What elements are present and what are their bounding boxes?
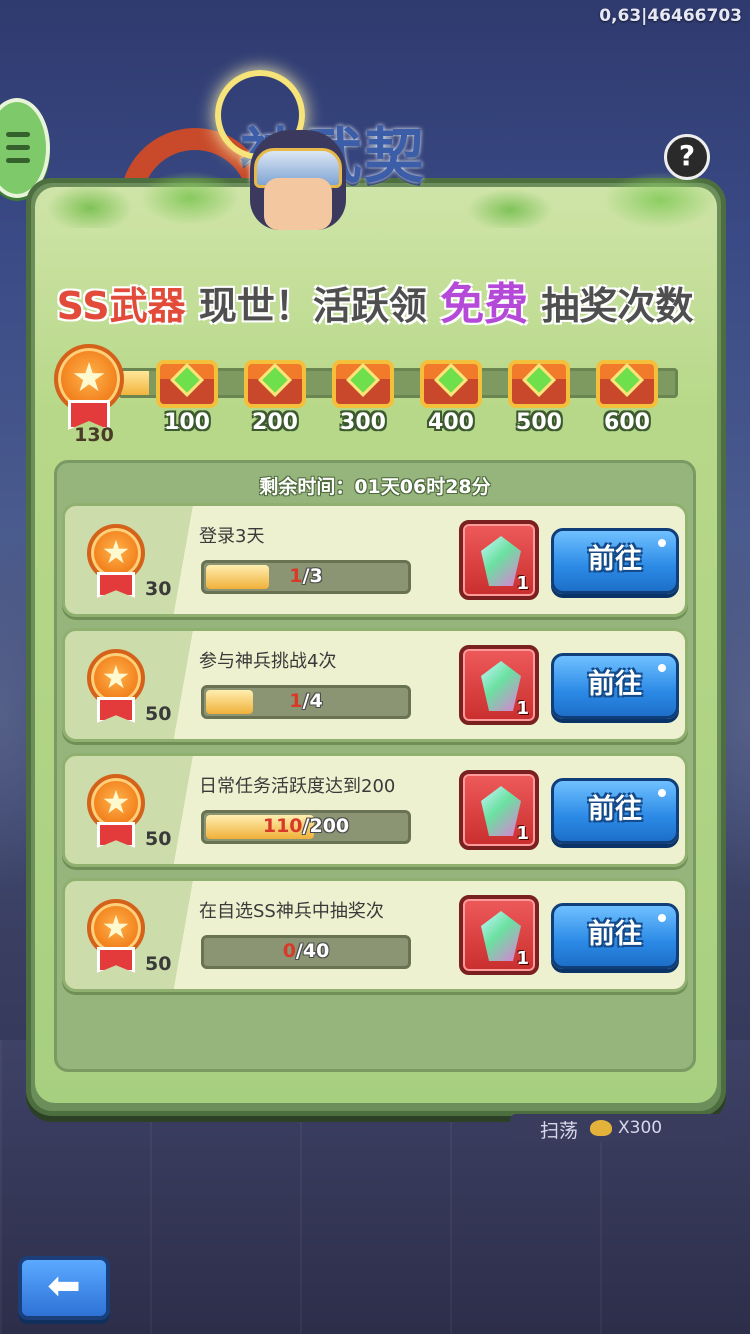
reward-count: 1 [516, 948, 529, 969]
headline-end: 抽奖次数 [541, 284, 694, 328]
reward-count: 1 [516, 573, 529, 594]
milestone-label: 600 [604, 410, 650, 435]
task-points: 50 [145, 953, 172, 975]
task-reward-slot[interactable]: 1 [459, 770, 539, 850]
activity-progress-fill [121, 371, 149, 395]
task-progress-text: 1/3 [204, 565, 408, 587]
ribbon-icon [97, 822, 135, 848]
points-medal: ★ [87, 774, 157, 864]
gold-ingot-icon [590, 1120, 612, 1136]
task-progress-text: 110/200 [204, 815, 408, 837]
task-progress-current: 1 [289, 565, 303, 587]
activity-points-medal: ★ 130 [54, 344, 124, 446]
crystal-icon [481, 911, 521, 961]
milestone-label: 100 [164, 410, 210, 435]
task-progress-current: 0 [282, 940, 296, 962]
task-reward-slot[interactable]: 1 [459, 520, 539, 600]
task-progress-bar: 1/3 [201, 560, 411, 594]
milestone-chest-5[interactable] [508, 350, 570, 410]
task-title: 在自选SS神兵中抽奖次 [199, 901, 384, 922]
task-row: ★ 50 在自选SS神兵中抽奖次 0/40 1 前往 [62, 878, 688, 992]
go-button-label: 前往 [588, 919, 642, 950]
shine-decoration [658, 664, 666, 672]
crystal-icon [481, 786, 521, 836]
ribbon-icon [97, 947, 135, 973]
task-points: 50 [145, 828, 172, 850]
hero-character-art [210, 60, 380, 240]
sweep-cost: X300 [618, 1118, 663, 1138]
go-button[interactable]: 前往 [551, 528, 679, 594]
go-button-label: 前往 [588, 669, 642, 700]
milestone-label: 200 [252, 410, 298, 435]
time-remaining: 剩余时间：01天06时28分 [259, 476, 491, 498]
milestone-chest-3[interactable] [332, 350, 394, 410]
task-reward-slot[interactable]: 1 [459, 895, 539, 975]
crystal-icon [481, 661, 521, 711]
task-points: 30 [145, 578, 172, 600]
task-progress-text: 1/4 [204, 690, 408, 712]
milestone-chest-6[interactable] [596, 350, 658, 410]
milestone-chest-4[interactable] [420, 350, 482, 410]
task-progress-total: /4 [302, 690, 323, 712]
task-progress-total: /40 [295, 940, 330, 962]
reward-count: 1 [516, 823, 529, 844]
ribbon-icon [97, 572, 135, 598]
milestone-label: 500 [516, 410, 562, 435]
task-progress-total: /200 [302, 815, 350, 837]
back-arrow-icon: ⬅ [47, 1263, 81, 1309]
points-medal: ★ [87, 649, 157, 739]
task-progress-text: 0/40 [204, 940, 408, 962]
activity-points-value: 130 [74, 424, 114, 446]
task-reward-slot[interactable]: 1 [459, 645, 539, 725]
milestone-chest-2[interactable] [244, 350, 306, 410]
go-button-label: 前往 [588, 544, 642, 575]
shine-decoration [658, 539, 666, 547]
task-progress-bar: 0/40 [201, 935, 411, 969]
event-headline: SS武器 现世！活跃领 免费 抽奖次数 [0, 268, 750, 332]
points-medal: ★ [87, 899, 157, 989]
milestone-chest-1[interactable] [156, 350, 218, 410]
shine-decoration [658, 789, 666, 797]
reward-count: 1 [516, 698, 529, 719]
go-button-label: 前往 [588, 794, 642, 825]
task-progress-bar: 110/200 [201, 810, 411, 844]
go-button[interactable]: 前往 [551, 778, 679, 844]
task-row: ★ 30 登录3天 1/3 1 前往 [62, 503, 688, 617]
task-progress-bar: 1/4 [201, 685, 411, 719]
go-button[interactable]: 前往 [551, 653, 679, 719]
task-progress-current: 1 [289, 690, 303, 712]
crystal-icon [481, 536, 521, 586]
task-points: 50 [145, 703, 172, 725]
task-title: 参与神兵挑战4次 [199, 651, 337, 672]
milestone-label: 300 [340, 410, 386, 435]
task-progress-total: /3 [302, 565, 323, 587]
task-progress-current: 110 [262, 815, 303, 837]
shine-decoration [658, 914, 666, 922]
points-medal: ★ [87, 524, 157, 614]
menu-icon [6, 132, 30, 137]
task-title: 登录3天 [199, 526, 265, 547]
task-row: ★ 50 参与神兵挑战4次 1/4 1 前往 [62, 628, 688, 742]
headline-middle: 现世！活跃领 [198, 284, 427, 328]
sweep-label: 扫荡 [540, 1120, 579, 1142]
help-button[interactable]: ? [664, 134, 710, 180]
go-button[interactable]: 前往 [551, 903, 679, 969]
headline-weapon: SS武器 [56, 284, 186, 328]
milestone-label: 400 [428, 410, 474, 435]
ribbon-icon [97, 697, 135, 723]
menu-icon-bar [6, 145, 30, 150]
debug-id-text: 0,63|46466703 [599, 6, 742, 26]
task-title: 日常任务活跃度达到200 [199, 776, 396, 797]
back-button[interactable]: ⬅ [18, 1256, 110, 1320]
headline-free: 免费 [440, 279, 529, 330]
task-row: ★ 50 日常任务活跃度达到200 110/200 1 前往 [62, 753, 688, 867]
menu-icon-bar [6, 158, 30, 163]
hero-face [264, 178, 332, 230]
